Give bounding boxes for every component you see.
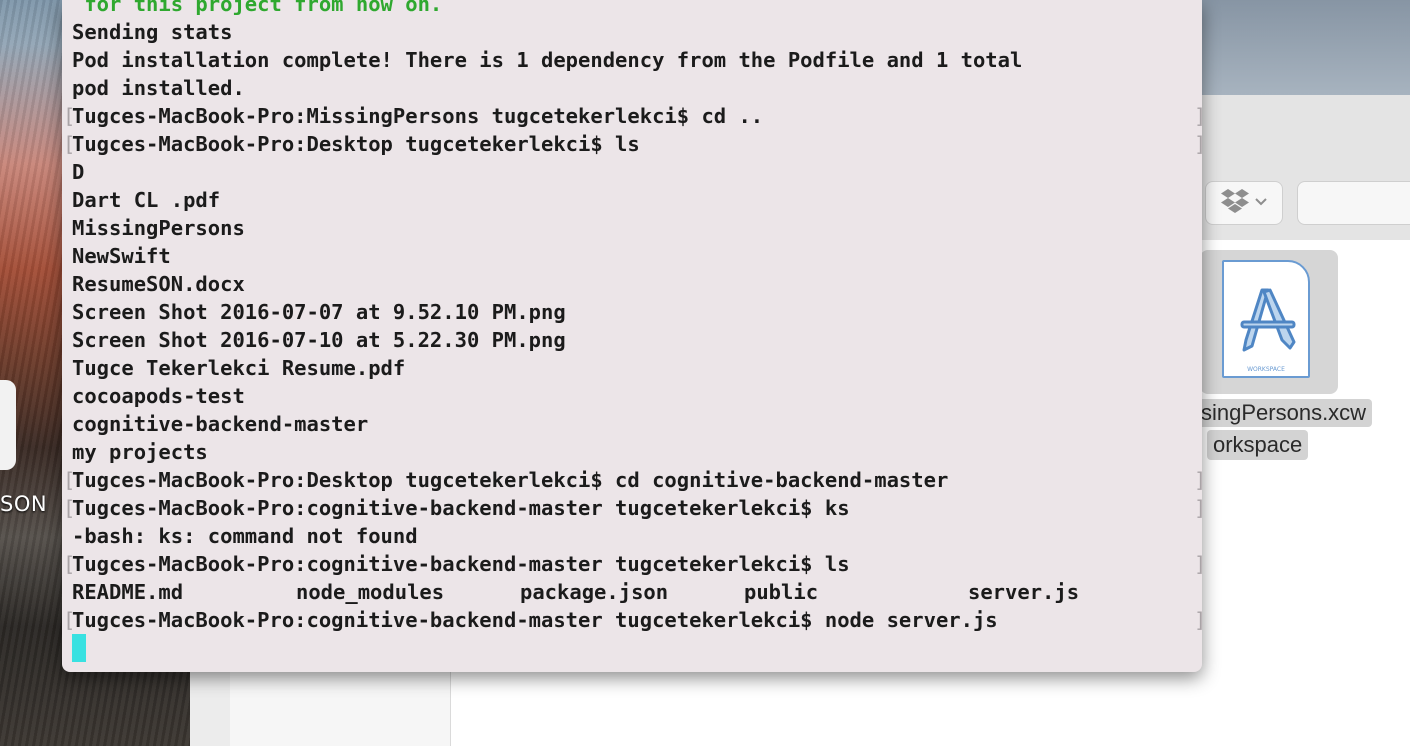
terminal-line-text: Screen Shot 2016-07-07 at 9.52.10 PM.png: [72, 300, 566, 324]
ls-output-line: README.md node_modules package.json public s…: [72, 578, 1202, 606]
prompt-bracket-right: ]: [1194, 102, 1202, 130]
prompt-bracket-left: [: [63, 608, 76, 632]
terminal-line-text: Tugce Tekerlekci Resume.pdf: [72, 356, 406, 380]
ls-entry: README.md: [72, 580, 184, 604]
ls-entry: public: [744, 580, 819, 604]
finder-search-field[interactable]: [1297, 181, 1410, 225]
terminal-line-text: MissingPersons: [72, 216, 245, 240]
terminal-line-text: cocoapods-test: [72, 384, 245, 408]
terminal-line-text: ResumeSON.docx: [72, 272, 245, 296]
terminal-prompt-line: Tugces-MacBook-Pro:MissingPersons tugcet…: [63, 102, 1202, 130]
terminal-prompt-line: Tugces-MacBook-Pro:Desktop tugcetekerlek…: [63, 466, 1202, 494]
prompt-bracket-left: [: [63, 104, 76, 128]
app-store-a-icon: [1240, 288, 1296, 352]
terminal-output-line: D: [72, 158, 1202, 186]
ls-entry: package.json: [520, 580, 669, 604]
terminal-prompt-line: Tugces-MacBook-Pro:cognitive-backend-mas…: [63, 550, 1202, 578]
terminal-output-line: for this project from now on.: [72, 0, 1202, 18]
terminal-window[interactable]: for this project from now on. Sending sta…: [62, 0, 1202, 672]
prompt-bracket-left: [: [63, 132, 76, 156]
terminal-line-text: Tugces-MacBook-Pro:cognitive-backend-mas…: [72, 608, 998, 632]
desktop-file-icon[interactable]: [0, 380, 16, 470]
terminal-output-line: Pod installation complete! There is 1 de…: [72, 46, 1202, 74]
terminal-line-text: Tugces-MacBook-Pro:cognitive-backend-mas…: [72, 552, 850, 576]
desktop-file-label[interactable]: SON: [0, 492, 47, 516]
terminal-line-text: pod installed.: [72, 76, 245, 100]
terminal-line-text: Tugces-MacBook-Pro:Desktop tugcetekerlek…: [72, 468, 949, 492]
terminal-output-line: Screen Shot 2016-07-10 at 5.22.30 PM.png: [72, 326, 1202, 354]
prompt-bracket-left: [: [63, 552, 76, 576]
file-name-label-line1[interactable]: singPersons.xcw: [1195, 399, 1373, 427]
terminal-line-text: Tugces-MacBook-Pro:MissingPersons tugcet…: [72, 104, 764, 128]
terminal-output-line: Dart CL .pdf: [72, 186, 1202, 214]
terminal-output-line: Screen Shot 2016-07-07 at 9.52.10 PM.png: [72, 298, 1202, 326]
terminal-line-text: -bash: ks: command not found: [72, 524, 418, 548]
prompt-bracket-left: [: [63, 468, 76, 492]
terminal-output-line: cocoapods-test: [72, 382, 1202, 410]
finder-titlebar: [1200, 0, 1410, 95]
terminal-output-line: cognitive-backend-master: [72, 410, 1202, 438]
chevron-down-icon: [1254, 194, 1268, 212]
terminal-line-text: Tugces-MacBook-Pro:Desktop tugcetekerlek…: [72, 132, 640, 156]
terminal-line-text: for this project from now on.: [72, 0, 443, 16]
dropbox-icon: [1220, 188, 1250, 219]
terminal-line-text: Dart CL .pdf: [72, 188, 221, 212]
terminal-line-text: Tugces-MacBook-Pro:cognitive-backend-mas…: [72, 496, 850, 520]
file-name-label-line2[interactable]: orkspace: [1207, 430, 1309, 460]
terminal-prompt-line: Tugces-MacBook-Pro:Desktop tugcetekerlek…: [63, 130, 1202, 158]
prompt-bracket-right: ]: [1194, 606, 1202, 634]
terminal-output-line: MissingPersons: [72, 214, 1202, 242]
prompt-bracket-right: ]: [1194, 130, 1202, 158]
workspace-badge: WORKSPACE: [1247, 366, 1285, 373]
dropbox-menu-button[interactable]: [1205, 181, 1283, 225]
terminal-prompt-line: Tugces-MacBook-Pro:cognitive-backend-mas…: [63, 494, 1202, 522]
terminal-line-text: cognitive-backend-master: [72, 412, 369, 436]
terminal-output-line: Sending stats: [72, 18, 1202, 46]
terminal-output-line: pod installed.: [72, 74, 1202, 102]
terminal-cursor: [72, 634, 86, 662]
terminal-line-text: D: [72, 160, 85, 184]
terminal-output-line: NewSwift: [72, 242, 1202, 270]
terminal-output-line: ResumeSON.docx: [72, 270, 1202, 298]
terminal-line-text: Pod installation complete! There is 1 de…: [72, 48, 1023, 72]
terminal-prompt-line: Tugces-MacBook-Pro:cognitive-backend-mas…: [63, 606, 1202, 634]
terminal-line-text: Sending stats: [72, 20, 233, 44]
ls-entry: server.js: [968, 580, 1080, 604]
prompt-bracket-left: [: [63, 496, 76, 520]
terminal-output-line: Tugce Tekerlekci Resume.pdf: [72, 354, 1202, 382]
terminal-line-text: Screen Shot 2016-07-10 at 5.22.30 PM.png: [72, 328, 566, 352]
prompt-bracket-right: ]: [1194, 550, 1202, 578]
finder-sidebar-column: [230, 660, 451, 746]
prompt-bracket-right: ]: [1194, 466, 1202, 494]
terminal-output-line: -bash: ks: command not found: [72, 522, 1202, 550]
terminal-output: for this project from now on. Sending sta…: [63, 0, 1202, 634]
xcworkspace-file-icon[interactable]: WORKSPACE: [1222, 260, 1310, 378]
prompt-bracket-right: ]: [1194, 494, 1202, 522]
terminal-output-line: my projects: [72, 438, 1202, 466]
terminal-line-text: NewSwift: [72, 244, 171, 268]
terminal-line-text: my projects: [72, 440, 208, 464]
ls-entry: node_modules: [296, 580, 445, 604]
